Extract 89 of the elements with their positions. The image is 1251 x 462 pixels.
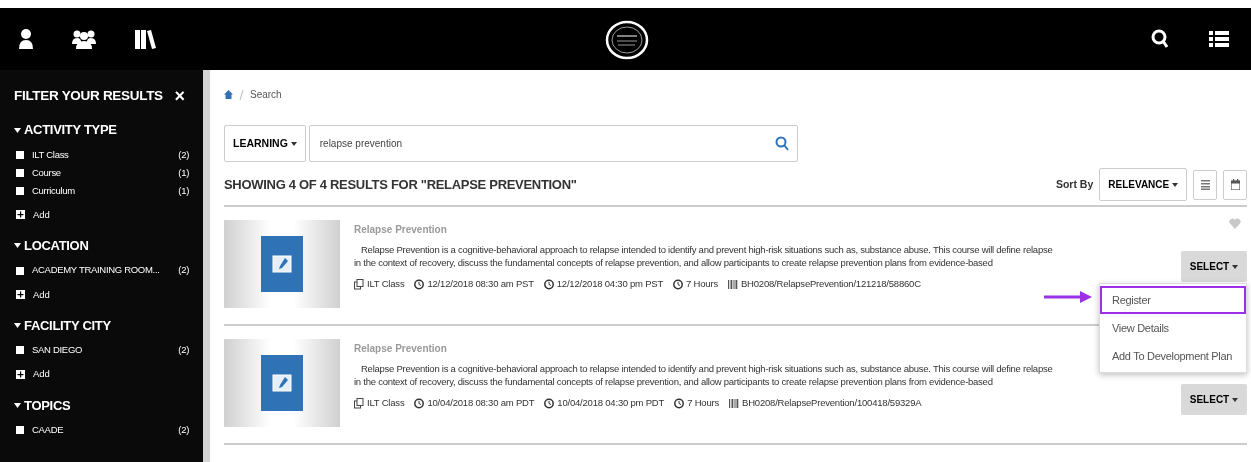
caret-down-icon [14,401,21,409]
sort-label: Sort By [1055,176,1094,192]
calendar-view-button[interactable] [1223,169,1247,200]
menu-item[interactable]: Register [1100,286,1246,314]
clock-icon [543,278,554,290]
clock-icon [544,397,555,409]
barcode-icon [727,278,738,290]
filter-count: (2) [178,147,189,162]
search-icon[interactable] [1151,29,1169,49]
caret-down-icon [14,242,21,250]
checkbox[interactable] [16,186,24,195]
meta-text: 7 Hours [686,277,718,291]
home-icon[interactable] [224,90,233,99]
plus-icon[interactable] [16,369,25,379]
thumbnail[interactable] [224,339,340,427]
copy-icon [354,397,364,409]
add-link[interactable]: Add [33,207,50,222]
meta-text: ILT Class [367,277,405,291]
clock-icon [414,397,425,409]
barcode-icon [729,397,739,409]
add-link[interactable]: Add [33,287,50,302]
filter-label: CAADE [32,422,65,437]
plus-icon[interactable] [16,210,25,220]
breadcrumb-item[interactable]: Search [250,87,282,102]
thumbnail[interactable] [224,220,340,308]
filter-group-header[interactable]: ACTIVITY TYPE [14,120,189,140]
breadcrumb-separator [239,89,244,100]
caret-down-icon [1232,265,1238,270]
checkbox[interactable] [16,150,24,159]
copy-icon [354,278,364,290]
people-icon[interactable] [72,28,96,50]
menu-item[interactable]: View Details [1100,314,1246,342]
meta-text: 12/12/2018 04:30 pm PST [556,277,664,291]
sidebar-title: FILTER YOUR RESULTS [14,87,163,105]
filter-label: ILT Class [32,147,70,162]
filter-label: SAN DIEGO [32,343,84,358]
caret-down-icon [1232,398,1238,403]
caret-down-icon [14,126,21,134]
meta-text: 7 Hours [687,396,719,410]
filter-group-header[interactable]: LOCATION [14,236,189,256]
filter-label: ACADEMY TRAINING ROOM... [32,263,161,278]
search-field[interactable]: relapse prevention [308,125,798,162]
edit-icon [261,236,303,292]
checkbox[interactable] [16,168,24,177]
caret-down-icon [1172,183,1178,188]
sort-dropdown[interactable]: RELEVANCE [1099,168,1187,201]
filter-count: (2) [178,263,189,278]
scope-dropdown[interactable]: LEARNING [224,125,306,162]
close-button[interactable]: × [174,87,185,106]
meta-text: 12/12/2018 08:30 am PST [427,277,534,291]
menu-item[interactable]: Add To Development Plan [1100,342,1246,370]
filter-count: (1) [178,165,189,180]
meta-text: BH0208/RelapsePrevention/100418/59329A [742,396,922,410]
edit-icon [261,355,303,411]
filter-count: (2) [178,343,189,358]
filter-label: Curriculum [32,183,76,198]
list-view-button[interactable] [1193,169,1217,200]
caret-down-icon [14,322,21,329]
clock-icon [414,278,425,290]
list-icon [1200,179,1210,190]
result-description: Relapse Prevention is a cognitive-behavioral approach to relapse intended to identify and prevent high-risk situations such as, substance abuse. This course will define relapse in the context of recovery, discuss the fundamental concepts of relapse prevention, and allow participants to create relapse prevention plans from evidence-based [354,362,1054,388]
books-icon[interactable] [134,28,156,50]
filter-label: Course [32,165,62,180]
meta-text: BH0208/RelapsePrevention/121218/58860C [740,277,921,291]
filter-count: (1) [178,183,189,198]
result-description: Relapse Prevention is a cognitive-behavioral approach to relapse intended to identify and prevent high-risk situations such as, substance abuse. This course will define relapse in the context of recovery, discuss the fundamental concepts of relapse prevention, and allow participants to create relapse prevention plans from evidence-based [354,243,1054,269]
clock-icon [674,397,685,409]
calendar-icon [1230,179,1240,190]
logo-icon[interactable] [605,20,649,60]
scrollbar[interactable] [203,70,210,462]
results-heading: SHOWING 4 OF 4 RESULTS FOR "RELAPSE PREVENTION" [224,176,577,193]
plus-icon[interactable] [16,290,25,300]
annotation-arrow [1044,291,1092,303]
filter-count: (2) [178,422,189,437]
checkbox[interactable] [16,426,24,434]
select-dropdown[interactable]: SELECT [1180,251,1247,282]
filter-group-header[interactable]: FACILITY CITY [14,315,189,336]
meta-text: 10/04/2018 08:30 am PDT [427,396,535,410]
menu-icon[interactable] [1209,30,1229,48]
clock-icon [673,278,684,290]
meta-text: ILT Class [367,396,405,410]
checkbox[interactable] [16,266,24,275]
checkbox[interactable] [16,346,24,355]
caret-down-icon [290,141,297,146]
meta-text: 10/04/2018 04:30 pm PDT [557,396,665,410]
person-icon[interactable] [18,28,34,50]
select-dropdown[interactable]: SELECT [1180,384,1247,415]
filter-group-header[interactable]: TOPICS [14,395,189,415]
add-link[interactable]: Add [33,367,50,382]
